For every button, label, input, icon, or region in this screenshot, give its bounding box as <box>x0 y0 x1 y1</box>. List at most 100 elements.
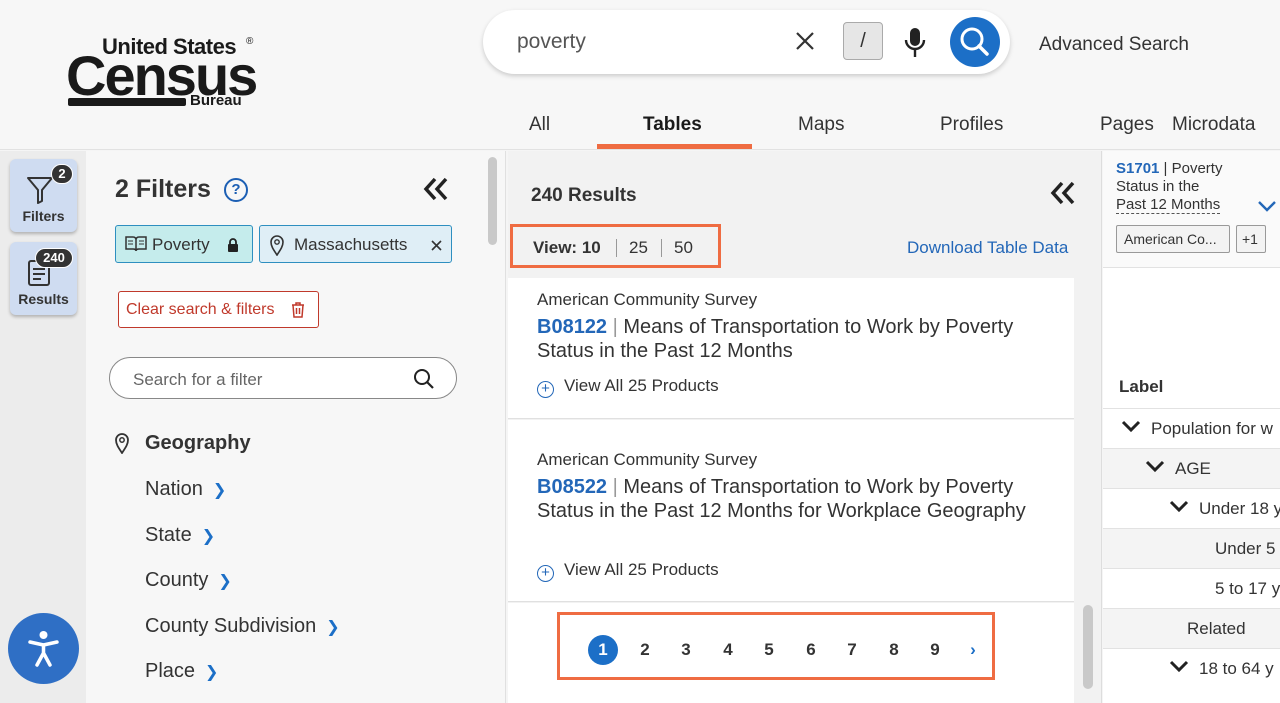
result-card[interactable]: American Community Survey B08122 | Means… <box>508 278 1074 419</box>
tab-maps[interactable]: Maps <box>798 114 844 136</box>
table-row[interactable]: AGE <box>1103 448 1280 488</box>
download-table-data-link[interactable]: Download Table Data <box>907 238 1068 258</box>
filter-chip-label: Poverty <box>152 235 210 254</box>
geography-item-nation[interactable]: Nation ❯ <box>145 478 226 501</box>
results-panel: 240 Results View: 10 25 50 Download Tabl… <box>508 151 1102 703</box>
view-all-products-link[interactable]: + View All 25 Products <box>537 376 719 398</box>
pagination: 1 2 3 4 5 6 7 8 9 › <box>557 612 995 680</box>
census-logo[interactable]: United States ® Census Bureau <box>66 32 258 112</box>
table-row-label: Population for w <box>1151 419 1273 438</box>
logo-bar <box>68 98 186 106</box>
filters-count-badge: 2 <box>51 164 73 184</box>
plus-circle-icon: + <box>537 381 554 398</box>
help-icon[interactable]: ? <box>224 178 248 202</box>
filter-scrollbar[interactable] <box>488 157 497 245</box>
accessibility-icon <box>28 631 59 667</box>
plus-circle-icon: + <box>537 565 554 582</box>
active-tab-indicator <box>597 144 752 149</box>
label-column-header: Label <box>1119 377 1164 396</box>
page-button-6[interactable]: 6 <box>796 635 826 665</box>
results-scrollbar[interactable] <box>1083 605 1093 689</box>
table-preview-header: S1701 | Poverty Status in the Past 12 Mo… <box>1103 151 1280 268</box>
page-button-3[interactable]: 3 <box>671 635 701 665</box>
chevron-down-icon[interactable] <box>1257 199 1277 213</box>
table-row-label: 18 to 64 y <box>1199 659 1274 678</box>
geography-item-state[interactable]: State ❯ <box>145 524 215 547</box>
geography-item-county[interactable]: County ❯ <box>145 569 232 592</box>
chevron-right-icon: ❯ <box>201 528 216 545</box>
geography-item-county-subdivision[interactable]: County Subdivision ❯ <box>145 615 340 638</box>
table-row-label: AGE <box>1175 459 1211 478</box>
tab-all[interactable]: All <box>529 114 550 136</box>
table-preview-panel: S1701 | Poverty Status in the Past 12 Mo… <box>1103 151 1280 703</box>
result-source: American Community Survey <box>537 290 758 309</box>
page-button-4[interactable]: 4 <box>713 635 743 665</box>
filters-rail-button[interactable]: 2 Filters <box>10 159 77 232</box>
result-code: B08522 <box>537 476 608 498</box>
page-button-5[interactable]: 5 <box>754 635 784 665</box>
result-title[interactable]: B08522 | Means of Transportation to Work… <box>537 475 1057 523</box>
geography-heading: Geography <box>145 432 251 454</box>
clear-search-filters-label: Clear search & filters <box>126 301 275 318</box>
view-option-10[interactable]: View: 10 <box>533 238 601 258</box>
results-count: 240 Results <box>531 185 637 206</box>
result-title-separator: | <box>612 316 618 338</box>
view-all-products-label: View All 25 Products <box>564 376 719 395</box>
accessibility-button[interactable] <box>8 613 79 684</box>
table-row-label: Related <box>1187 619 1246 638</box>
page-button-1[interactable]: 1 <box>588 635 618 665</box>
filters-title: 2 Filters <box>115 175 211 203</box>
filter-chip-massachusetts[interactable]: Massachusetts <box>259 225 452 263</box>
table-row: Under 5 <box>1103 528 1280 568</box>
table-row: Related <box>1103 608 1280 648</box>
search-icon <box>960 27 989 56</box>
page-button-7[interactable]: 7 <box>837 635 867 665</box>
chevron-down-icon <box>1169 659 1189 677</box>
clear-search-icon[interactable] <box>791 24 819 58</box>
slash-shortcut-key: / <box>843 22 883 60</box>
page-button-8[interactable]: 8 <box>879 635 909 665</box>
collapse-results-icon[interactable] <box>1049 179 1077 215</box>
main-search-box[interactable]: poverty / <box>483 10 1010 74</box>
page-button-9[interactable]: 9 <box>920 635 950 665</box>
table-preview-title[interactable]: S1701 | Poverty Status in the Past 12 Mo… <box>1116 160 1246 214</box>
next-page-icon[interactable]: › <box>958 635 988 665</box>
filters-rail-label: Filters <box>22 208 65 224</box>
chevron-down-icon <box>1121 419 1141 437</box>
tab-microdata[interactable]: Microdata <box>1172 114 1255 136</box>
results-rail-label: Results <box>18 291 69 307</box>
microphone-icon[interactable] <box>901 26 929 60</box>
main-search-input[interactable]: poverty <box>517 30 586 54</box>
view-all-products-link[interactable]: + View All 25 Products <box>537 560 719 582</box>
clear-search-filters-button[interactable]: Clear search & filters <box>118 291 319 328</box>
page-button-2[interactable]: 2 <box>630 635 660 665</box>
chevron-right-icon: ❯ <box>212 482 227 499</box>
view-option-50[interactable]: 50 <box>674 238 693 258</box>
filter-chip-poverty[interactable]: Poverty <box>115 225 253 263</box>
filter-search-input[interactable]: Search for a filter <box>109 357 457 399</box>
results-rail-button[interactable]: 240 Results <box>10 242 77 315</box>
geography-item-label: Nation <box>145 478 203 500</box>
geography-item-label: Place <box>145 660 196 682</box>
table-row[interactable]: Population for w <box>1103 408 1280 448</box>
view-option-25[interactable]: 25 <box>629 238 648 258</box>
collapse-filters-icon[interactable] <box>422 175 450 211</box>
result-title[interactable]: B08122 | Means of Transportation to Work… <box>537 315 1057 363</box>
tab-pages[interactable]: Pages <box>1100 114 1154 136</box>
result-title-separator: | <box>612 476 618 498</box>
tab-tables[interactable]: Tables <box>643 114 702 136</box>
geography-item-label: County <box>145 569 209 591</box>
chevron-right-icon: ❯ <box>326 619 340 636</box>
search-button[interactable] <box>950 17 1000 67</box>
more-tags[interactable]: +1 <box>1236 225 1266 253</box>
result-title-text: Means of Transportation to Work by Pover… <box>537 476 1026 522</box>
table-row[interactable]: Under 18 y <box>1103 488 1280 528</box>
table-row[interactable]: 18 to 64 y <box>1103 648 1280 688</box>
filter-chip-label: Massachusetts <box>294 235 408 254</box>
geography-item-place[interactable]: Place ❯ <box>145 660 218 683</box>
advanced-search-link[interactable]: Advanced Search <box>1039 34 1189 56</box>
survey-tag[interactable]: American Co... <box>1116 225 1230 253</box>
result-card[interactable]: American Community Survey B08522 | Means… <box>508 420 1074 602</box>
tab-profiles[interactable]: Profiles <box>940 114 1003 136</box>
table-preview-title-line: Past 12 Months <box>1116 196 1221 214</box>
